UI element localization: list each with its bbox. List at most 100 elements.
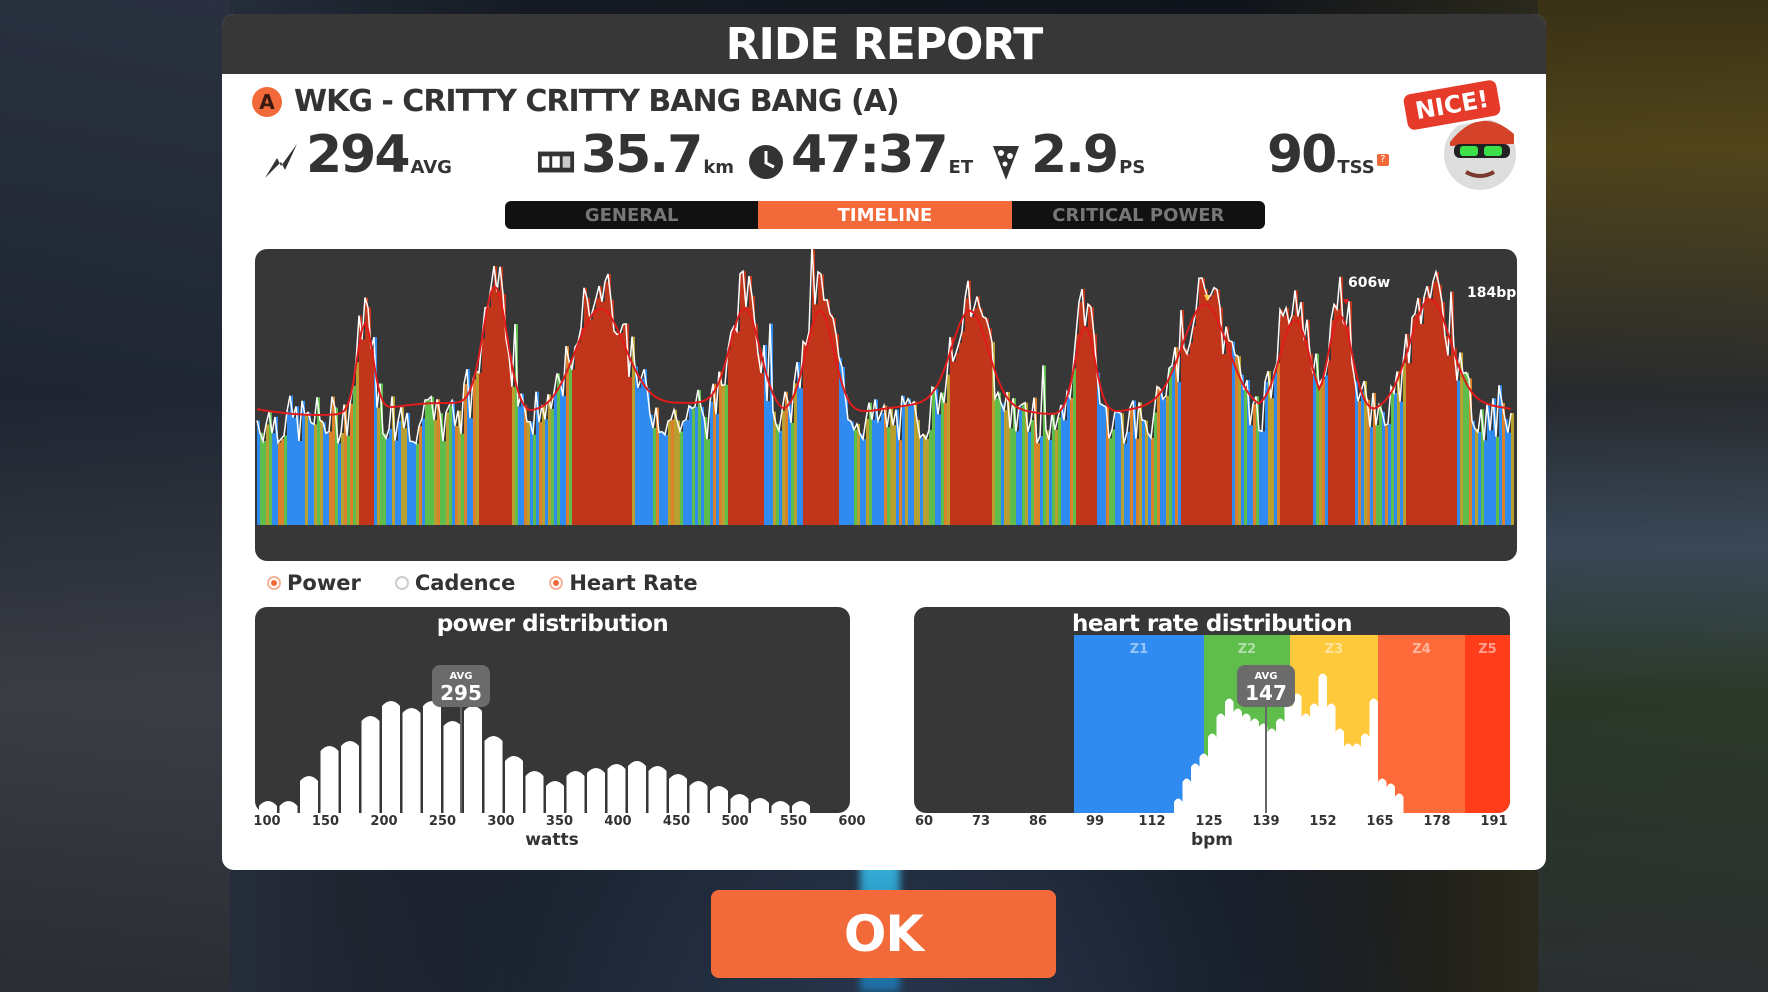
power-bar xyxy=(272,433,275,525)
power-bar xyxy=(1445,335,1448,525)
power-bar xyxy=(1304,340,1307,525)
power-bar xyxy=(266,424,269,525)
power-bar xyxy=(1178,382,1181,525)
power-bar xyxy=(1337,309,1340,525)
power-bar xyxy=(761,373,764,525)
power-bar xyxy=(644,369,647,525)
hr-dist-bar xyxy=(1301,713,1310,813)
power-bar xyxy=(872,419,875,525)
power-dist-bar xyxy=(751,798,769,813)
tab-general[interactable]: GENERAL xyxy=(505,201,758,229)
power-bar xyxy=(533,434,536,525)
power-bar xyxy=(776,424,779,525)
power-bar xyxy=(521,393,524,525)
legend-power[interactable]: Power xyxy=(267,571,361,595)
power-bar xyxy=(965,298,968,525)
power-bar xyxy=(446,412,449,525)
power-bar xyxy=(569,360,572,525)
power-bar xyxy=(572,369,575,525)
hr-dist-bar xyxy=(1318,673,1327,813)
hr-dist-bar xyxy=(1361,733,1370,813)
power-dist-bar xyxy=(689,781,708,813)
hr-avg-value: 147 xyxy=(1245,681,1287,705)
power-bar xyxy=(716,414,719,525)
power-bar xyxy=(560,381,563,525)
power-bar xyxy=(1382,411,1385,525)
power-bar xyxy=(1283,315,1286,525)
power-bar xyxy=(1244,389,1247,525)
ok-button[interactable]: OK xyxy=(711,890,1056,978)
power-bar xyxy=(620,333,623,525)
power-bar xyxy=(1421,324,1424,525)
power-bar xyxy=(851,421,854,525)
power-bar xyxy=(1235,354,1238,525)
hr-tick: 73 xyxy=(971,814,991,829)
power-dist-bar xyxy=(710,786,728,813)
tss-value: 90 xyxy=(1267,125,1337,185)
heart-rate-toggle[interactable] xyxy=(549,576,564,590)
power-bar xyxy=(542,405,545,525)
ride-report-modal: RIDE REPORT A WKG - CRITTY CRITTY BANG B… xyxy=(222,14,1546,870)
hr-tick: 191 xyxy=(1480,814,1508,829)
legend-cadence[interactable]: Cadence xyxy=(394,571,515,595)
power-bar xyxy=(737,331,740,525)
power-dist-bar xyxy=(361,716,380,813)
power-bar xyxy=(1403,362,1406,525)
legend-heart-rate[interactable]: Heart Rate xyxy=(549,571,698,595)
power-bar xyxy=(998,392,1001,525)
power-bar xyxy=(323,422,326,525)
hr-dist-bar xyxy=(1242,713,1251,813)
power-bar xyxy=(1226,326,1229,525)
timeline-svg xyxy=(256,249,1514,525)
power-bar xyxy=(1052,413,1055,525)
peak-power-label: 606w xyxy=(1348,275,1391,291)
power-bar xyxy=(461,433,464,525)
tss-help-icon[interactable]: ? xyxy=(1376,154,1389,166)
modal-header: RIDE REPORT xyxy=(222,14,1546,74)
hr-dist-bar xyxy=(1267,728,1276,813)
power-bar xyxy=(1274,372,1277,525)
power-bar xyxy=(758,353,761,525)
power-bar xyxy=(1253,404,1256,525)
power-bar xyxy=(413,441,416,525)
hr-tick: 60 xyxy=(914,814,934,829)
hr-dist-bar xyxy=(1174,798,1183,813)
power-bar xyxy=(848,419,851,525)
hr-dist-bar xyxy=(1310,703,1319,813)
power-bar xyxy=(1085,327,1088,525)
hr-dist-bar xyxy=(1352,743,1361,813)
power-bar xyxy=(1055,429,1058,525)
power-bar xyxy=(953,361,956,525)
power-bar xyxy=(1049,440,1052,525)
power-bar xyxy=(1199,278,1202,525)
power-bar xyxy=(824,300,827,525)
power-bar xyxy=(1028,431,1031,525)
hr-zone-band xyxy=(1465,635,1510,813)
power-bar xyxy=(1172,365,1175,525)
power-toggle[interactable] xyxy=(267,576,281,590)
power-bar xyxy=(629,376,632,525)
power-bar xyxy=(860,433,863,525)
power-bar xyxy=(1148,433,1151,525)
power-bar xyxy=(1388,423,1391,525)
hr-axis-label: bpm xyxy=(1190,830,1234,850)
power-bar xyxy=(746,306,749,525)
power-bar xyxy=(1484,440,1487,525)
power-bar xyxy=(350,403,353,525)
power-dist-bar xyxy=(341,741,359,813)
power-bar xyxy=(1313,373,1316,525)
power-bar xyxy=(1478,431,1481,525)
cadence-toggle[interactable] xyxy=(394,576,409,590)
power-bar xyxy=(800,388,803,525)
power-tick: 300 xyxy=(487,814,515,829)
power-bar xyxy=(1130,407,1133,525)
power-bar xyxy=(260,432,263,525)
power-dist-bar xyxy=(546,781,564,813)
power-bar xyxy=(1118,412,1121,525)
power-bar xyxy=(968,280,971,525)
power-bar xyxy=(257,420,260,525)
power-bar xyxy=(506,338,509,525)
pizza-slice-icon xyxy=(987,140,1025,184)
tab-critical-power[interactable]: CRITICAL POWER xyxy=(1012,201,1265,229)
tab-timeline[interactable]: TIMELINE xyxy=(758,201,1012,229)
